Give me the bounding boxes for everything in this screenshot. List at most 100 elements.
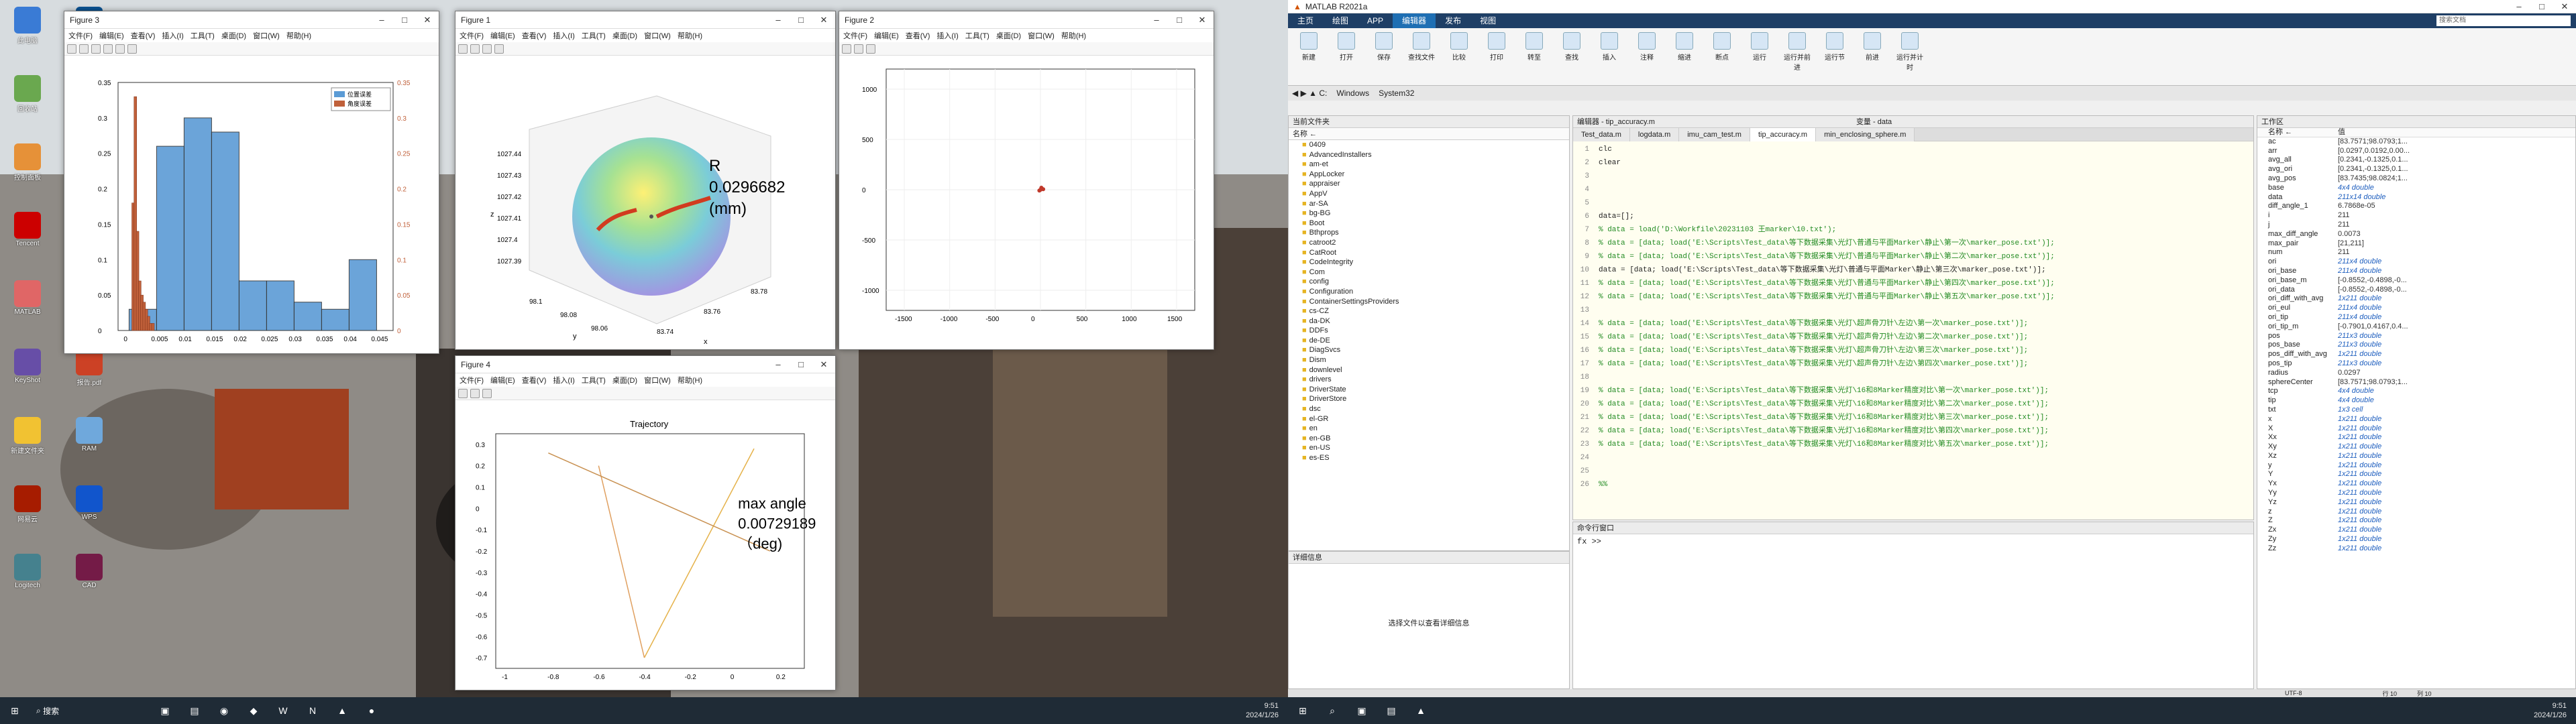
figure1-plot[interactable]: R 0.0296682 (mm) z y x 1027.44 1027.43 102… xyxy=(455,56,835,349)
ribbon-button[interactable]: 运行 xyxy=(1744,32,1775,62)
folder-item[interactable]: ■ el-GR xyxy=(1289,414,1569,424)
ribbon-button[interactable]: 转至 xyxy=(1519,32,1550,62)
ribbon-button[interactable]: 运行并前进 xyxy=(1782,32,1813,72)
address-bar[interactable]: ◀ ▶ ▲ C: Windows System32 xyxy=(1288,86,2576,101)
desktop-icon[interactable]: 此电脑 xyxy=(4,7,51,45)
workspace-variable[interactable]: max_pair [21,211] xyxy=(2257,239,2575,249)
workspace-variable[interactable]: ori_base 211x4 double xyxy=(2257,267,2575,276)
code-line[interactable]: 9 % data = [data; load('E:\Scripts\Test_d… xyxy=(1573,250,2253,263)
menu-item[interactable]: 查看(V) xyxy=(131,30,156,41)
code-line[interactable]: 21 % data = [data; load('E:\Scripts\Test_… xyxy=(1573,411,2253,424)
folder-item[interactable]: ■ es-ES xyxy=(1289,453,1569,463)
save-icon[interactable] xyxy=(866,44,875,54)
workspace-variable[interactable]: tcp 4x4 double xyxy=(2257,387,2575,396)
workspace-variable[interactable]: ori_eul 211x4 double xyxy=(2257,304,2575,313)
folder-item[interactable]: ■ CodeIntegrity xyxy=(1289,257,1569,267)
figure4-titlebar[interactable]: Figure 4 – □ ✕ xyxy=(455,356,835,373)
workspace-variable[interactable]: avg_pos [83.7435;98.0824;1... xyxy=(2257,174,2575,184)
desktop-icon[interactable]: 控制面板 xyxy=(4,143,51,182)
workspace-variable[interactable]: ori_tip_m [-0.7901,0.4167,0.4... xyxy=(2257,322,2575,332)
maximize-icon[interactable]: □ xyxy=(790,359,812,370)
workspace-variable[interactable]: pos_tip 211x3 double xyxy=(2257,359,2575,369)
figure3-plot[interactable]: 0 0.005 0.01 0.015 0.02 0.025 0.03 0.035 0.04 0.0… xyxy=(64,56,439,353)
folder-item[interactable]: ■ Bthprops xyxy=(1289,228,1569,238)
menu-item[interactable]: 帮助(H) xyxy=(286,30,311,41)
folder-item[interactable]: ■ appraiser xyxy=(1289,179,1569,189)
menu-item[interactable]: 窗口(W) xyxy=(644,375,671,385)
folder-item[interactable]: ■ en-GB xyxy=(1289,434,1569,444)
code-line[interactable]: 8 % data = [data; load('E:\Scripts\Test_d… xyxy=(1573,237,2253,250)
ribbon-button[interactable]: 断点 xyxy=(1707,32,1737,62)
windows-start-icon[interactable]: ⊞ xyxy=(1288,697,1318,724)
workspace-variable[interactable]: ori_data [-0.8552,-0.4898,-0... xyxy=(2257,286,2575,295)
menu-item[interactable]: 帮助(H) xyxy=(678,30,702,41)
menu-item[interactable]: 工具(T) xyxy=(965,30,989,41)
folder-item[interactable]: ■ 0409 xyxy=(1289,140,1569,150)
folder-item[interactable]: ■ ar-SA xyxy=(1289,199,1569,209)
close-icon[interactable]: ✕ xyxy=(416,15,439,25)
code-line[interactable]: 6 data=[]; xyxy=(1573,210,2253,223)
workspace-variable[interactable]: Xx 1x211 double xyxy=(2257,433,2575,442)
vscode-icon[interactable]: ◆ xyxy=(239,697,268,724)
ws-value-header[interactable]: 值 xyxy=(2338,128,2345,137)
ribbon-button[interactable]: 前进 xyxy=(1857,32,1888,62)
ribbon-tab[interactable]: 视图 xyxy=(1470,13,1505,28)
desktop-icon[interactable]: 报告.pdf xyxy=(66,349,113,387)
menu-item[interactable]: 编辑(E) xyxy=(99,30,124,41)
variables-title[interactable]: 变量 - data xyxy=(1856,116,1892,127)
ribbon-button[interactable]: 注释 xyxy=(1631,32,1662,62)
workspace-variable[interactable]: pos_diff_with_avg 1x211 double xyxy=(2257,350,2575,359)
menu-item[interactable]: 帮助(H) xyxy=(678,375,702,385)
folder-item[interactable]: ■ de-DE xyxy=(1289,336,1569,346)
workspace-variable[interactable]: pos 211x3 double xyxy=(2257,332,2575,341)
forward-icon[interactable]: ▶ xyxy=(1301,88,1307,98)
code-line[interactable]: 5 xyxy=(1573,196,2253,210)
menu-item[interactable]: 插入(I) xyxy=(553,30,574,41)
ribbon-tab[interactable]: 编辑器 xyxy=(1393,13,1436,28)
menu-item[interactable]: 工具(T) xyxy=(582,375,606,385)
menu-item[interactable]: 文件(F) xyxy=(460,375,484,385)
folder-item[interactable]: ■ en-US xyxy=(1289,443,1569,453)
desktop-icon[interactable]: KeyShot xyxy=(4,349,51,384)
menu-item[interactable]: 编辑(E) xyxy=(874,30,899,41)
folder-item[interactable]: ■ dsc xyxy=(1289,404,1569,414)
workspace-variable[interactable]: Zy 1x211 double xyxy=(2257,535,2575,544)
figure2-window[interactable]: Figure 2 – □ ✕ 文件(F) 编辑(E) 查看(V) 插入(I) 工具(T) 桌面(… xyxy=(839,11,1214,350)
breadcrumb-item[interactable]: System32 xyxy=(1379,88,1414,98)
code-line[interactable]: 13 xyxy=(1573,304,2253,317)
menu-item[interactable]: 工具(T) xyxy=(582,30,606,41)
figure1-window[interactable]: Figure 1 – □ ✕ 文件(F) 编辑(E) 查看(V) 插入(I) 工具(T) 桌面(… xyxy=(455,11,836,350)
files-column-header[interactable]: 名称 ← xyxy=(1289,128,1569,140)
print-icon[interactable] xyxy=(103,44,113,54)
menu-item[interactable]: 桌面(D) xyxy=(612,375,637,385)
desktop-icon[interactable]: Tencent xyxy=(4,212,51,247)
minimize-icon[interactable]: – xyxy=(767,15,790,25)
doc-search-input[interactable]: 搜索文档 xyxy=(2436,15,2571,26)
new-icon[interactable] xyxy=(458,44,468,54)
menu-item[interactable]: 查看(V) xyxy=(906,30,930,41)
workspace-variable[interactable]: y 1x211 double xyxy=(2257,461,2575,471)
folder-item[interactable]: ■ en xyxy=(1289,424,1569,434)
close-icon[interactable]: ✕ xyxy=(1191,15,1214,25)
ribbon-button[interactable]: 比较 xyxy=(1444,32,1474,62)
desktop-icon[interactable]: WPS xyxy=(66,485,113,521)
code-line[interactable]: 7 % data = load('D:\Workfile\20231103 王ma… xyxy=(1573,223,2253,237)
right-clock[interactable]: 9:51 2024/1/26 xyxy=(2534,701,2576,720)
folder-item[interactable]: ■ drivers xyxy=(1289,375,1569,385)
windows-start-icon[interactable]: ⊞ xyxy=(0,697,30,724)
menu-item[interactable]: 文件(F) xyxy=(68,30,93,41)
code-line[interactable]: 15 % data = [data; load('E:\Scripts\Test_… xyxy=(1573,330,2253,344)
folder-item[interactable]: ■ DiagSvcs xyxy=(1289,345,1569,355)
desktop-icon[interactable]: 新建文件夹 xyxy=(4,417,51,455)
menu-item[interactable]: 文件(F) xyxy=(460,30,484,41)
workspace-variable[interactable]: Z 1x211 double xyxy=(2257,516,2575,526)
workspace-variable[interactable]: X 1x211 double xyxy=(2257,424,2575,434)
folder-item[interactable]: ■ Boot xyxy=(1289,219,1569,229)
folder-item[interactable]: ■ CatRoot xyxy=(1289,248,1569,258)
rotate-icon[interactable] xyxy=(494,44,504,54)
open-icon[interactable] xyxy=(79,44,89,54)
editor-tab[interactable]: Test_data.m xyxy=(1573,128,1630,141)
code-line[interactable]: 19 % data = [data; load('E:\Scripts\Test_… xyxy=(1573,384,2253,398)
workspace-variable[interactable]: radius 0.0297 xyxy=(2257,369,2575,378)
code-line[interactable]: 24 xyxy=(1573,451,2253,465)
